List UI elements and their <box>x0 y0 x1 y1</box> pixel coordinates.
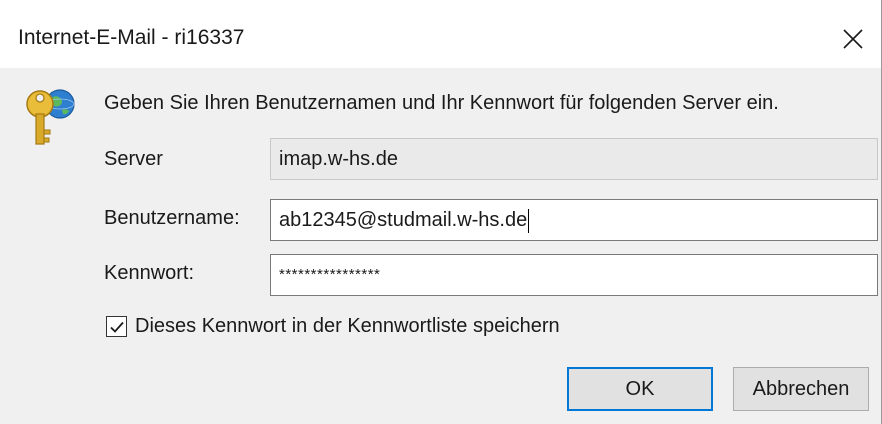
username-label: Benutzername: <box>104 207 240 229</box>
username-value: ab12345@studmail.w-hs.de <box>279 209 528 231</box>
instruction-text: Geben Sie Ihren Benutzernamen und Ihr Ke… <box>104 92 779 114</box>
server-field: imap.w-hs.de <box>270 138 878 180</box>
password-input[interactable]: **************** <box>270 254 878 296</box>
login-dialog: Internet-E-Mail - ri16337 Geben Sie Ihre… <box>0 0 882 424</box>
remember-password-label: Dieses Kennwort in der Kennwortliste spe… <box>135 315 560 337</box>
key-globe-icon <box>20 78 76 150</box>
close-button[interactable] <box>825 18 881 60</box>
text-caret <box>528 208 530 233</box>
server-label: Server <box>104 148 163 170</box>
username-input[interactable]: ab12345@studmail.w-hs.de <box>270 199 878 241</box>
cancel-button[interactable]: Abbrechen <box>733 367 869 411</box>
window-title: Internet-E-Mail - ri16337 <box>18 26 245 49</box>
password-label: Kennwort: <box>104 262 195 284</box>
close-icon <box>843 29 863 49</box>
checkmark-icon <box>109 321 124 333</box>
remember-password-row[interactable]: Dieses Kennwort in der Kennwortliste spe… <box>106 315 560 338</box>
title-bar: Internet-E-Mail - ri16337 <box>0 0 881 68</box>
ok-button[interactable]: OK <box>567 367 713 411</box>
remember-password-checkbox[interactable] <box>106 316 127 337</box>
